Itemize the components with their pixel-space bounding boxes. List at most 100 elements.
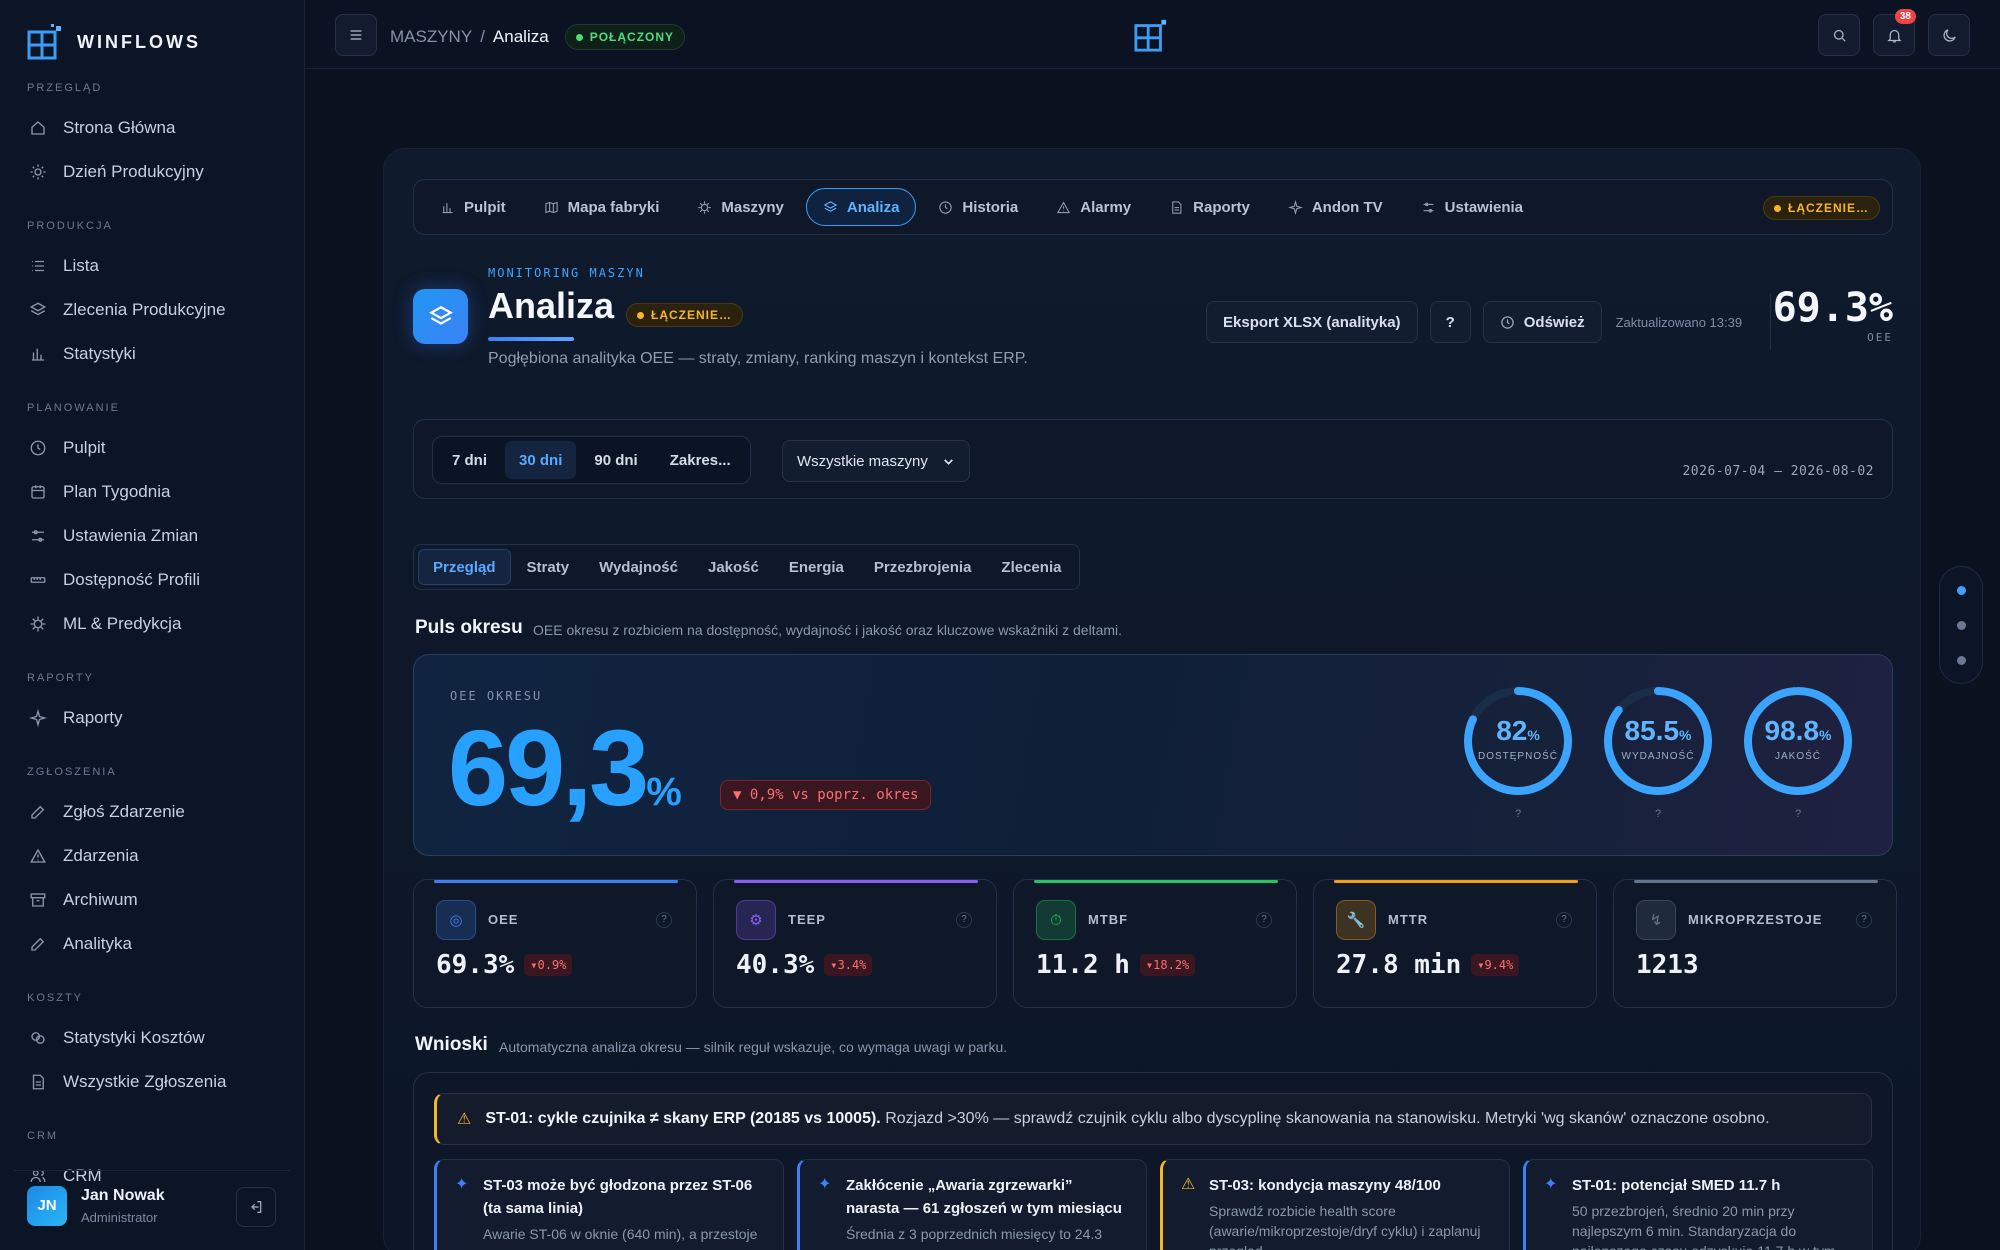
sidebar-item-label: ML & Predykcja	[63, 614, 182, 633]
document-icon	[32, 1074, 44, 1090]
kpi-card-oee[interactable]: ◎ OEE? 69.3% ▾0.9%	[413, 879, 697, 1008]
connecting-badge: ŁĄCZENIE…	[1763, 196, 1880, 220]
chip-icon	[698, 200, 712, 214]
sidebar-item[interactable]: Statystyki	[0, 332, 305, 376]
sidebar-item[interactable]: Zgłoś Zdarzenie	[0, 790, 305, 834]
sidebar-item[interactable]: Plan Tygodnia	[0, 470, 305, 514]
sidebar-item-label: Analityka	[63, 934, 132, 953]
theme-toggle-button[interactable]	[1928, 14, 1970, 56]
insight-card[interactable]: ⚠ ST-03: kondycja maszyny 48/100 Sprawdź r…	[1160, 1159, 1510, 1250]
tab-maszyny[interactable]: Maszyny	[681, 188, 800, 226]
tab-raporty[interactable]: Raporty	[1153, 188, 1266, 226]
logout-button[interactable]	[236, 1187, 276, 1227]
refresh-button[interactable]: Odśwież	[1482, 301, 1602, 343]
machine-select[interactable]: Wszystkie maszyny	[782, 440, 970, 482]
brand[interactable]: WINFLOWS	[27, 24, 201, 60]
pager-dot[interactable]	[1956, 620, 1966, 630]
tab-alarmy[interactable]: Alarmy	[1040, 188, 1147, 226]
kpi-card-mikroprzestoje[interactable]: ↯ MIKROPRZESTOJE? 1213	[1613, 879, 1897, 1008]
nav-section-title: KOSZTY	[27, 992, 84, 1004]
tab-mapa-fabryki[interactable]: Mapa fabryki	[528, 188, 676, 226]
range-option[interactable]: Zakres...	[656, 441, 745, 479]
subtab[interactable]: Energia	[775, 549, 858, 585]
gauge-help-icon[interactable]: ?	[1742, 808, 1854, 820]
pulse-label: OEE OKRESU	[450, 689, 543, 703]
range-option[interactable]: 7 dni	[438, 441, 501, 479]
kpi-help-icon[interactable]: ?	[656, 912, 672, 928]
tab-ustawienia[interactable]: Ustawienia	[1405, 188, 1539, 226]
pager-dot[interactable]	[1956, 655, 1966, 665]
sidebar-item[interactable]: Strona Główna	[0, 106, 305, 150]
sidebar-item-label: Zgłoś Zdarzenie	[63, 802, 185, 821]
export-xlsx-button[interactable]: Eksport XLSX (analityka)	[1206, 301, 1418, 343]
ruler-icon	[30, 577, 46, 583]
insight-title: Zakłócenie „Awaria zgrzewarki” narasta —…	[846, 1177, 1122, 1217]
sidebar-item[interactable]: Lista	[0, 244, 305, 288]
help-button[interactable]: ?	[1429, 301, 1471, 343]
kpi-help-icon[interactable]: ?	[956, 912, 972, 928]
warning-icon	[30, 848, 46, 863]
sidebar-item[interactable]: Zdarzenia	[0, 834, 305, 878]
tab-andon-tv[interactable]: Andon TV	[1272, 188, 1399, 226]
insight-desc: Awarie ST-06 w oknie (640 min), a przest…	[483, 1226, 758, 1242]
tab-label: Maszyny	[721, 198, 784, 216]
gauge-help-icon[interactable]: ?	[1462, 808, 1574, 820]
sidebar-item[interactable]: ML & Predykcja	[0, 602, 305, 646]
tab-analiza[interactable]: Analiza	[805, 188, 917, 226]
tab-pulpit[interactable]: Pulpit	[424, 188, 522, 226]
winflows-logo-icon[interactable]	[1133, 18, 1169, 52]
kpi-cards: ◎ OEE? 69.3% ▾0.9% ⚙ TEEP? 40.3% ▾3.4% ⏱ MTBF? 11.…	[413, 879, 1897, 1008]
kpi-card-teep[interactable]: ⚙ TEEP? 40.3% ▾3.4%	[713, 879, 997, 1008]
sidebar-item[interactable]: Archiwum	[0, 878, 305, 922]
gauge-help-icon[interactable]: ?	[1602, 808, 1714, 820]
kpi-card-mtbf[interactable]: ⏱ MTBF? 11.2 h ▾18.2%	[1013, 879, 1297, 1008]
insight-alert-text: Rozjazd >30% — sprawdź czujnik cyklu alb…	[885, 1110, 1770, 1127]
sidebar-item[interactable]: Dzień Produkcyjny	[0, 150, 305, 194]
notifications-button[interactable]: 38	[1873, 9, 1916, 56]
sidebar-item[interactable]: Ustawienia Zmian	[0, 514, 305, 558]
chip-icon	[30, 616, 46, 632]
sidebar-item[interactable]: Raporty	[0, 696, 305, 740]
breadcrumb-separator: /	[480, 27, 485, 46]
subtab[interactable]: Jakość	[694, 549, 773, 585]
subtab[interactable]: Przegląd	[418, 549, 511, 585]
page-subtitle: Pogłębiona analityka OEE — straty, zmian…	[488, 350, 1028, 367]
sidebar-item[interactable]: Statystyki Kosztów	[0, 1016, 305, 1060]
kpi-name: MIKROPRZESTOJE	[1688, 912, 1823, 927]
winflows-logo-icon	[27, 24, 61, 60]
pager-dot[interactable]	[1956, 585, 1966, 595]
subtab[interactable]: Zlecenia	[987, 549, 1075, 585]
sidebar-item[interactable]: Zlecenia Produkcyjne	[0, 288, 305, 332]
sidebar-item[interactable]: Pulpit	[0, 426, 305, 470]
kpi-help-icon[interactable]: ?	[1856, 912, 1872, 928]
map-icon	[544, 201, 558, 213]
stopwatch-icon: ⏱	[1036, 900, 1076, 940]
tab-historia[interactable]: Historia	[922, 188, 1034, 226]
subtab[interactable]: Wydajność	[585, 549, 692, 585]
kpi-card-mttr[interactable]: 🔧 MTTR? 27.8 min ▾9.4%	[1313, 879, 1597, 1008]
insight-card[interactable]: ✦ ST-01: potencjał SMED 11.7 h 50 przezbro…	[1523, 1159, 1873, 1250]
sidebar-item[interactable]: Analityka	[0, 922, 305, 966]
kpi-help-icon[interactable]: ?	[1556, 912, 1572, 928]
menu-toggle-button[interactable]	[335, 14, 377, 56]
kpi-accent-bar	[1334, 880, 1578, 883]
insight-alert[interactable]: ⚠ ST-01: cykle czujnika ≠ skany ERP (201…	[434, 1093, 1872, 1145]
range-option[interactable]: 90 dni	[580, 441, 651, 479]
subtab[interactable]: Przezbrojenia	[860, 549, 986, 585]
sidebar-item[interactable]: Dostępność Profili	[0, 558, 305, 602]
insight-card[interactable]: ✦ Zakłócenie „Awaria zgrzewarki” narasta …	[797, 1159, 1147, 1250]
avatar[interactable]: JN	[27, 1185, 67, 1226]
subtab[interactable]: Straty	[513, 549, 584, 585]
kpi-help-icon[interactable]: ?	[1256, 912, 1272, 928]
insight-desc: 50 przezbrojeń, średnio 20 min przy najl…	[1572, 1203, 1836, 1250]
wrench-icon: 🔧	[1336, 900, 1376, 940]
warning-icon	[1057, 200, 1071, 213]
insight-card[interactable]: ✦ ST-03 może być głodzona przez ST-06 (ta…	[434, 1159, 784, 1250]
search-button[interactable]	[1818, 14, 1860, 56]
sidebar-item[interactable]: Wszystkie Zgłoszenia	[0, 1060, 305, 1104]
sidebar: WINFLOWS PRZEGLĄD Strona Główna Dzień Prod…	[0, 0, 305, 1250]
chevron-down-icon	[943, 458, 953, 465]
range-option[interactable]: 30 dni	[505, 441, 577, 479]
analysis-subtabs: Przegląd Straty Wydajność Jakość Energia Prze…	[413, 544, 1081, 590]
breadcrumb-parent[interactable]: MASZYNY	[390, 27, 472, 47]
